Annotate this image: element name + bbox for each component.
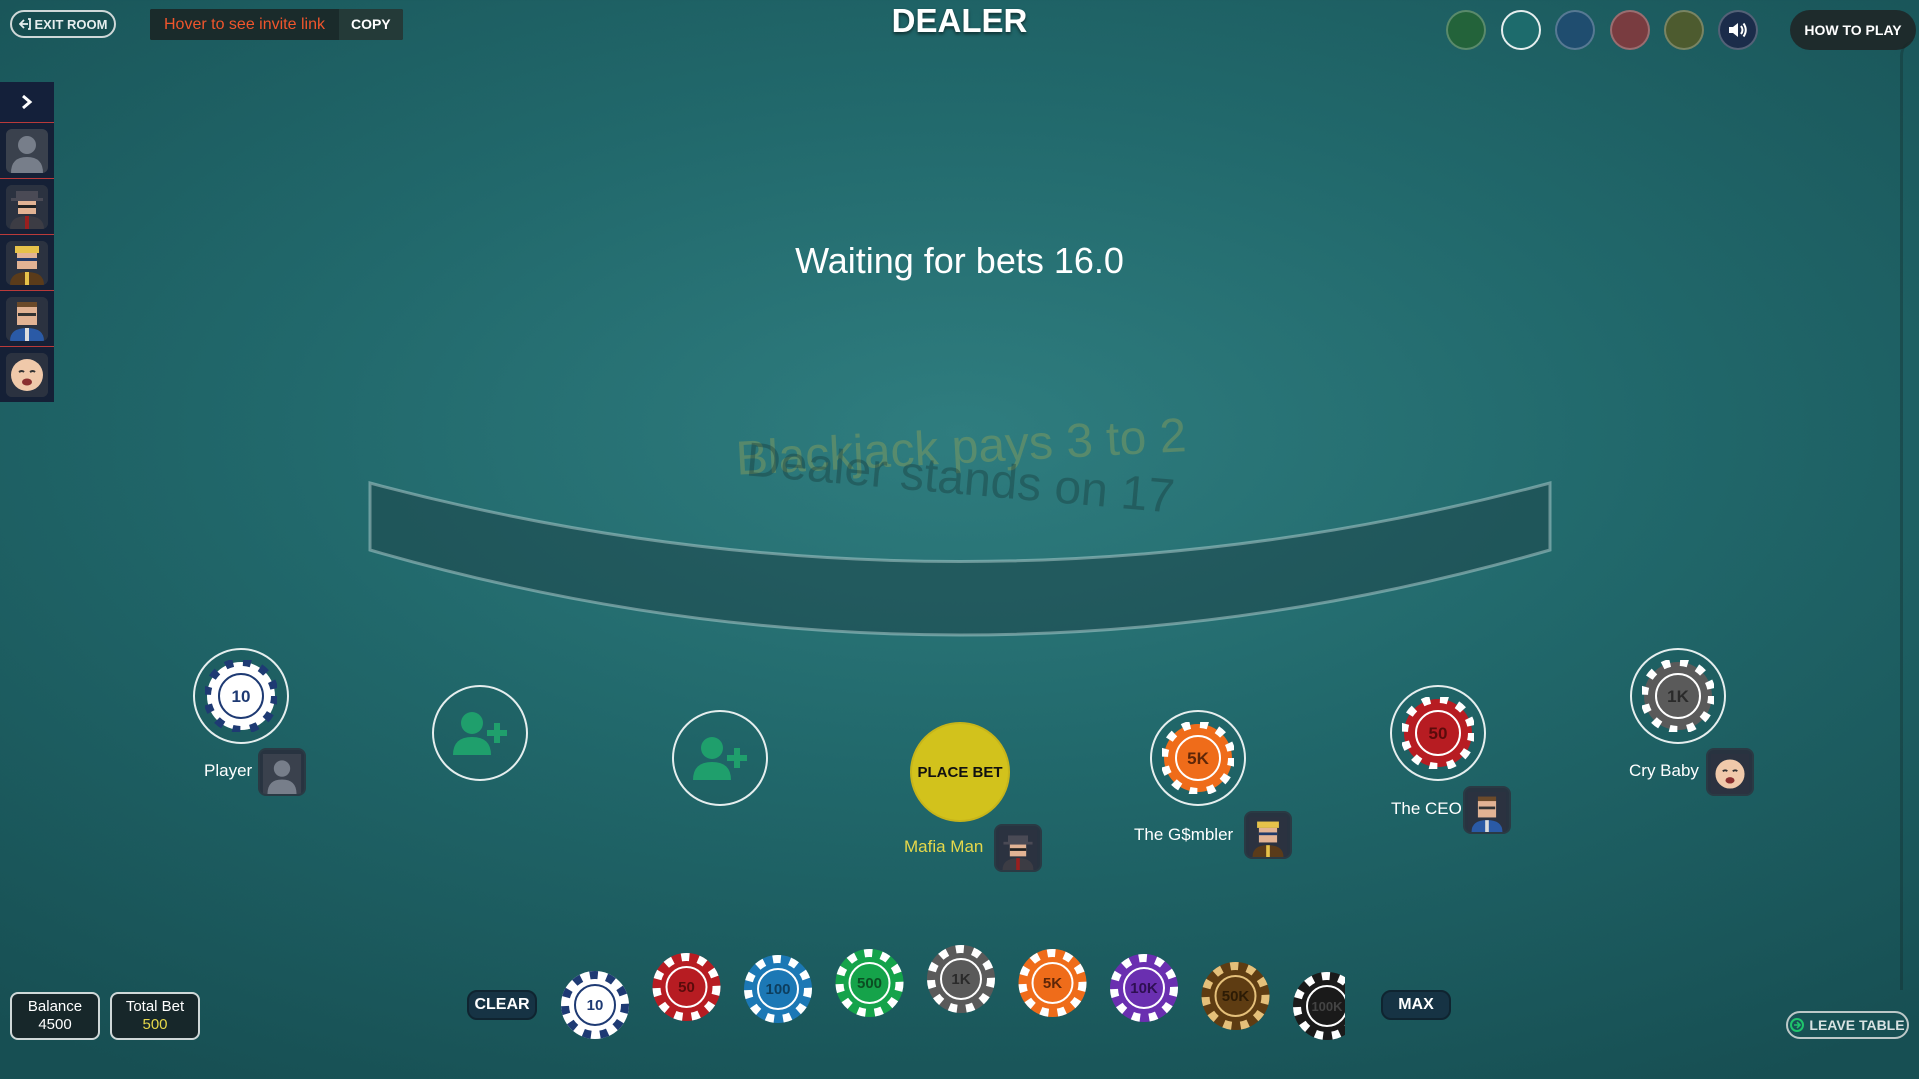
invite-link-box[interactable]: Hover to see invite link COPY: [150, 9, 403, 40]
balance-value: 4500: [38, 1016, 72, 1033]
chip-rack: 10 50 100 500 1K 5K 10K 50K 100K: [561, 945, 1345, 1040]
ceo-icon: [6, 296, 48, 341]
default-user-icon: [6, 128, 48, 173]
seat-player-name: Player: [204, 761, 253, 780]
sidebar-item-player[interactable]: [0, 122, 54, 178]
chip-10-button[interactable]: 10: [561, 971, 629, 1039]
seat-gambler-name: The G$mbler: [1134, 825, 1234, 844]
seat-mafia-avatar: [994, 824, 1042, 872]
max-bet-button[interactable]: MAX: [1381, 990, 1451, 1020]
chip-label: 100K: [1311, 999, 1343, 1014]
cry-baby-icon: [6, 352, 48, 397]
seat-player-avatar: [258, 748, 306, 796]
seat-gambler-bet[interactable]: 5K: [1150, 710, 1246, 806]
chip-1k-button[interactable]: 1K: [927, 945, 995, 1013]
chip-label: 10: [587, 997, 604, 1014]
seat-gambler-avatar: [1244, 811, 1292, 859]
betting-arc: [368, 481, 1552, 637]
chip-500-button[interactable]: 500: [835, 949, 904, 1017]
exit-room-label: EXIT ROOM: [34, 16, 108, 32]
how-to-play-button[interactable]: HOW TO PLAY: [1790, 10, 1916, 50]
sidebar-item-ceo[interactable]: [0, 290, 54, 346]
theme-color-green[interactable]: [1446, 10, 1486, 50]
speaker-icon: [1729, 22, 1747, 38]
chip-label: 1K: [951, 971, 970, 988]
chevron-right-icon: [22, 94, 33, 110]
chip-50-icon: 50: [1402, 697, 1474, 769]
chip-label: 500: [857, 975, 882, 992]
sound-toggle-button[interactable]: [1718, 10, 1758, 50]
avatar: [6, 128, 48, 173]
place-bet-button[interactable]: PLACE BET: [910, 722, 1010, 822]
cry-baby-icon: [1710, 754, 1750, 794]
ceo-icon: [1467, 792, 1507, 832]
theme-color-red[interactable]: [1610, 10, 1650, 50]
chip-100k-button[interactable]: 100K: [1293, 972, 1345, 1040]
chip-label: 50: [678, 979, 695, 996]
table-edge: [1900, 40, 1919, 990]
seat-ceo-name: The CEO: [1391, 799, 1462, 818]
chip-label: 5K: [1043, 975, 1062, 992]
chip-100-button[interactable]: 100: [744, 955, 812, 1023]
default-user-icon: [262, 754, 302, 794]
svg-text:5K: 5K: [1187, 749, 1209, 768]
avatar: [6, 352, 48, 397]
chip-5k-button[interactable]: 5K: [1018, 949, 1087, 1017]
leave-table-button[interactable]: LEAVE TABLE: [1786, 1011, 1909, 1039]
exit-room-button[interactable]: EXIT ROOM: [10, 10, 116, 38]
total-bet-value: 500: [142, 1016, 168, 1033]
mafia-man-icon: [998, 830, 1038, 870]
avatar: [6, 296, 48, 341]
clear-bet-button[interactable]: CLEAR: [467, 990, 537, 1020]
avatar: [6, 184, 48, 229]
add-user-icon: [693, 737, 747, 780]
seat-mafia-name: Mafia Man: [904, 837, 984, 856]
exit-icon: [18, 18, 31, 30]
theme-color-blue[interactable]: [1555, 10, 1595, 50]
seat-empty-join[interactable]: [432, 685, 528, 781]
svg-text:1K: 1K: [1667, 687, 1689, 706]
sidebar-toggle[interactable]: [0, 82, 54, 122]
copy-invite-button[interactable]: COPY: [338, 9, 403, 40]
seat-empty-join[interactable]: [672, 710, 768, 806]
gambler-icon: [1248, 817, 1288, 857]
leave-table-label: LEAVE TABLE: [1809, 1017, 1905, 1033]
balance-label: Balance: [27, 998, 83, 1015]
svg-text:10: 10: [232, 687, 251, 706]
seat-player-bet[interactable]: 10: [193, 648, 289, 744]
seat-crybaby-avatar: [1706, 748, 1754, 796]
chip-label: 50K: [1222, 988, 1250, 1005]
invite-link-text[interactable]: Hover to see invite link: [150, 9, 339, 40]
add-user-icon: [453, 712, 507, 755]
sidebar-item-mafia-man[interactable]: [0, 178, 54, 234]
seat-crybaby-name: Cry Baby: [1629, 761, 1699, 780]
seat-ceo-avatar: [1463, 786, 1511, 834]
seat-ceo-bet[interactable]: 50: [1390, 685, 1486, 781]
exit-circle-icon: [1790, 1018, 1805, 1032]
seat-crybaby-bet[interactable]: 1K: [1630, 648, 1726, 744]
chip-10-icon: 10: [205, 660, 277, 732]
sidebar-item-cry-baby[interactable]: [0, 346, 54, 402]
total-bet-box: Total Bet 500: [110, 992, 200, 1040]
chip-1k-icon: 1K: [1642, 660, 1714, 732]
round-status: Waiting for bets 16.0: [795, 240, 1124, 281]
theme-color-teal[interactable]: [1501, 10, 1541, 50]
chip-label: 100: [765, 981, 790, 998]
mafia-man-icon: [6, 184, 48, 229]
chip-5k-icon: 5K: [1162, 722, 1234, 794]
chip-50-button[interactable]: 50: [652, 953, 721, 1021]
theme-color-olive[interactable]: [1664, 10, 1704, 50]
chip-10k-button[interactable]: 10K: [1110, 954, 1178, 1022]
svg-text:50: 50: [1429, 724, 1448, 743]
chip-50k-button[interactable]: 50K: [1201, 962, 1270, 1030]
chip-label: 10K: [1130, 980, 1158, 997]
total-bet-label: Total Bet: [125, 998, 185, 1015]
balance-box: Balance 4500: [10, 992, 100, 1040]
